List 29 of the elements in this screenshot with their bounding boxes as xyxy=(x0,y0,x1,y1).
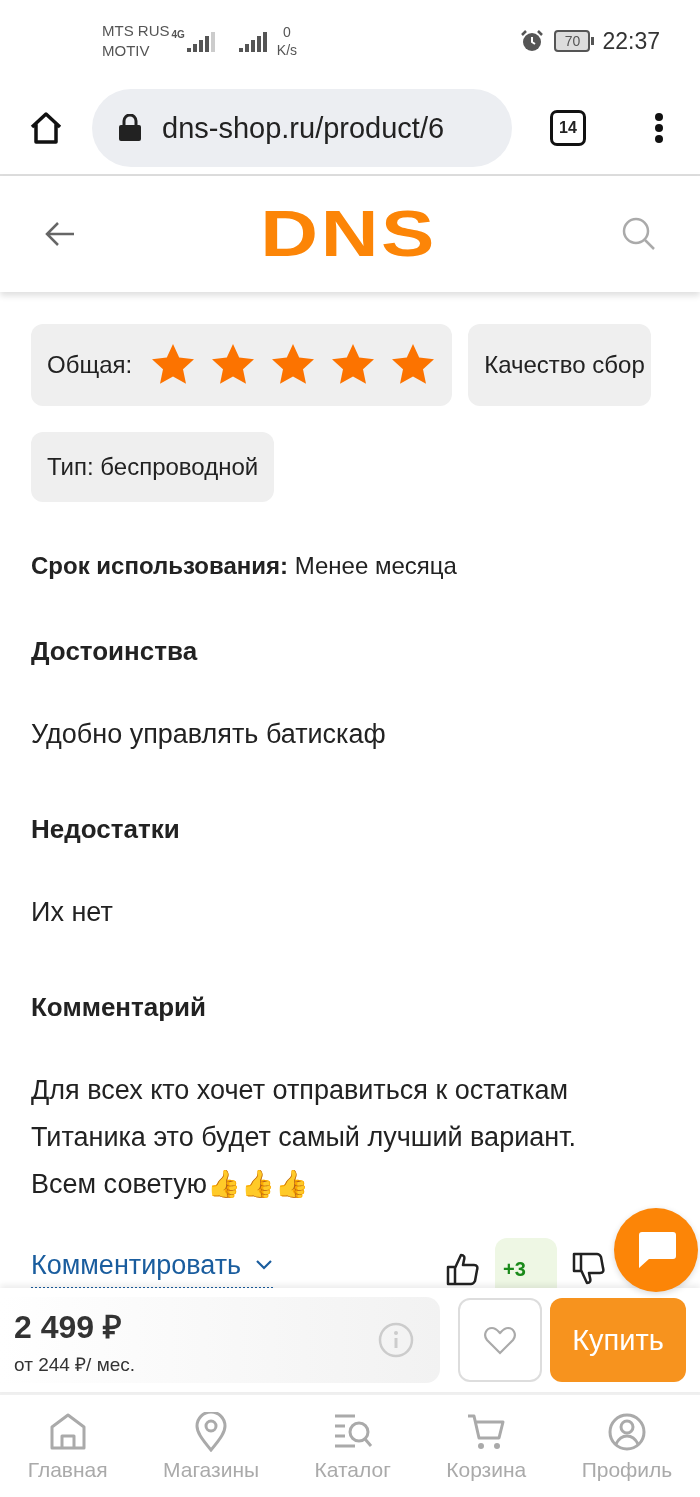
installment-price: от 244 ₽/ мес. xyxy=(14,1352,137,1377)
price: 2 499 ₽ xyxy=(14,1307,123,1347)
carrier-name: MOTIV xyxy=(102,41,151,61)
network-type: 4G xyxy=(171,28,185,40)
carrier-name: MTS RUS xyxy=(102,21,170,41)
nav-item[interactable]: Магазины xyxy=(163,1412,260,1482)
buy-button[interactable]: Купить xyxy=(550,1298,686,1382)
nav-item[interactable]: Профиль xyxy=(581,1412,673,1482)
nav-item[interactable]: Каталог xyxy=(314,1412,391,1482)
section-text: Их нет xyxy=(31,896,114,929)
rating-label: Качество сбор xyxy=(484,351,645,379)
nav-item[interactable]: Корзина xyxy=(446,1412,527,1482)
logo[interactable]: DNS xyxy=(260,202,438,266)
section-text: Для всех кто хочет отправиться к остаткам Титаника это будет самый лучший вариант. Всем советую👍👍👍 xyxy=(31,1074,578,1201)
battery-icon: 70 xyxy=(554,30,591,52)
usage-period: Срок использования: Менее месяца xyxy=(31,552,458,580)
tab-count-button[interactable]: 14 xyxy=(550,110,586,146)
clock: 22:37 xyxy=(602,27,660,55)
address-bar[interactable]: dns-shop.ru/product/6 xyxy=(92,89,512,167)
property-chip: Тип: беспроводной xyxy=(31,432,275,502)
speed-unit: K/s xyxy=(276,41,298,59)
vote-score: +3 xyxy=(495,1238,557,1288)
section-title: Достоинства xyxy=(31,636,199,667)
section-text: Удобно управлять батискаф xyxy=(31,718,387,751)
section-title: Недостатки xyxy=(31,814,181,845)
section-title: Комментарий xyxy=(31,992,208,1023)
speed-value: 0 xyxy=(283,23,291,41)
rating-label: Общая: xyxy=(47,351,133,379)
nav-item[interactable]: Главная xyxy=(27,1412,108,1482)
